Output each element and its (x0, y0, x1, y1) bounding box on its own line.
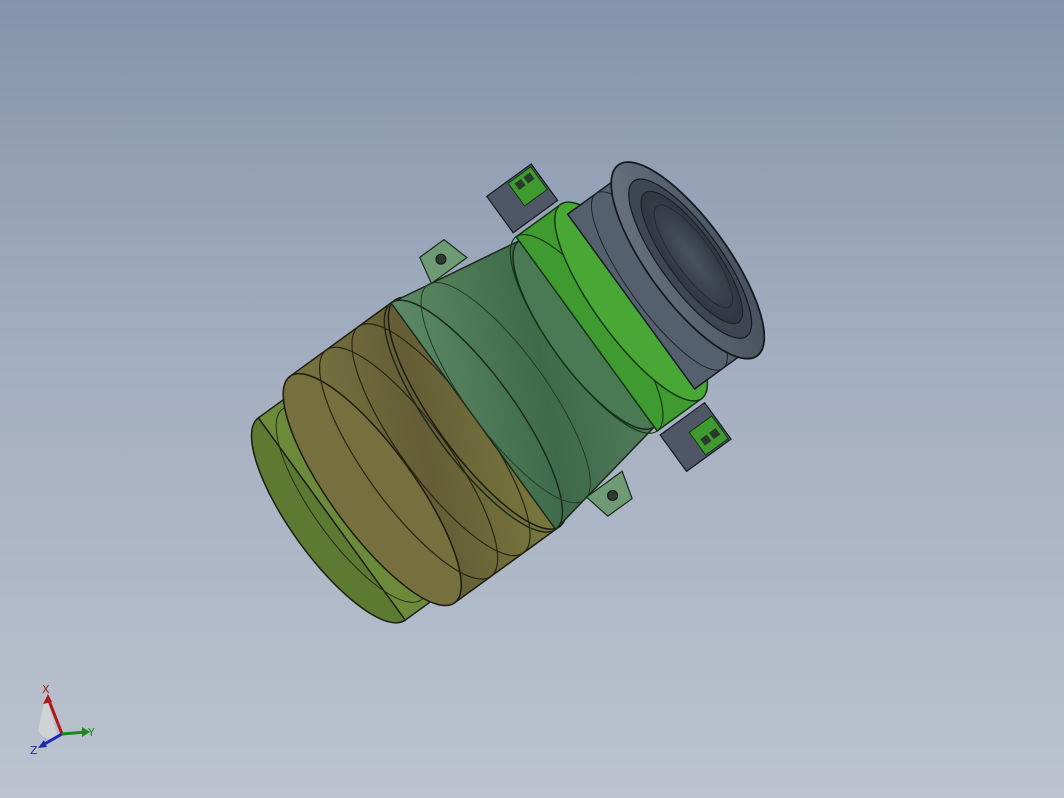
3d-viewport[interactable]: X Y Z (0, 0, 1064, 798)
z-axis-arrow (38, 740, 47, 748)
lens-assembly-model[interactable] (0, 0, 1064, 798)
y-axis-label: Y (87, 726, 95, 739)
assembly-group (250, 161, 766, 624)
x-axis-label: X (42, 683, 50, 696)
z-axis-label: Z (30, 744, 38, 757)
axis-triad[interactable]: X Y Z (24, 680, 104, 760)
